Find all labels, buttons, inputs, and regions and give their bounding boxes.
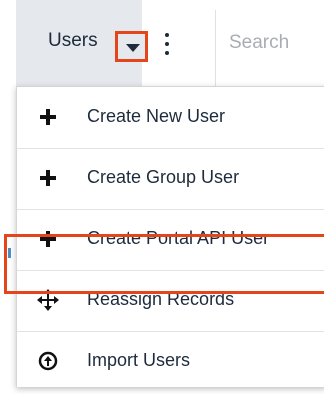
- users-module-tab[interactable]: Users: [16, 0, 148, 92]
- kebab-dot: [165, 51, 169, 55]
- menu-item-create-group-user[interactable]: Create Group User: [17, 148, 324, 210]
- menu-item-label: Create Group User: [87, 167, 240, 187]
- search-input[interactable]: Search: [229, 32, 289, 54]
- import-users-highlight-box: [4, 234, 324, 294]
- top-navigation-bar: Users Search: [0, 0, 324, 92]
- menu-item-create-new-user[interactable]: Create New User: [17, 87, 324, 149]
- kebab-dot: [165, 42, 169, 46]
- more-actions-button[interactable]: [160, 31, 174, 57]
- users-dropdown-toggle-button[interactable]: [115, 31, 148, 62]
- caret-down-icon: [126, 44, 140, 52]
- menu-item-label: Import Users: [87, 350, 191, 370]
- plus-icon: [40, 109, 56, 125]
- kebab-dot: [165, 33, 169, 37]
- plus-icon: [40, 170, 56, 186]
- menu-item-import-users[interactable]: Import Users: [17, 331, 324, 392]
- search-divider: [215, 10, 216, 92]
- users-tab-label[interactable]: Users: [48, 30, 98, 52]
- menu-item-label: Create New User: [87, 106, 226, 126]
- circle-arrow-up-icon: [38, 351, 58, 371]
